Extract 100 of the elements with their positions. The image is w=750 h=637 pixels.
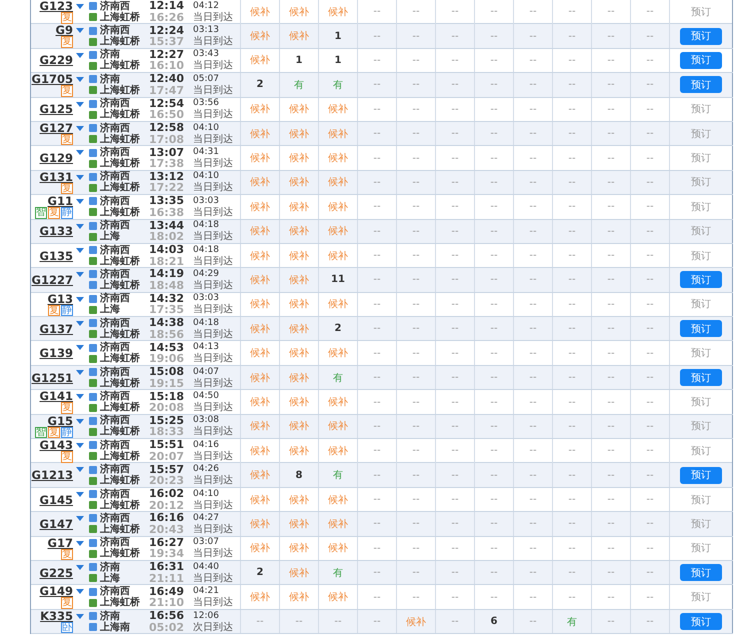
seat-availability: --: [490, 152, 498, 164]
seat-availability: --: [529, 445, 537, 456]
dropdown-caret-icon[interactable]: [76, 272, 84, 278]
arrival-time: 20:12: [149, 500, 184, 511]
train-number-link[interactable]: G11: [48, 195, 73, 208]
arrival-day: 当日到达: [193, 597, 233, 608]
seat-availability: 候补: [250, 590, 270, 604]
trip-duration: 03:43: [193, 49, 219, 60]
dropdown-caret-icon[interactable]: [76, 418, 84, 424]
dropdown-caret-icon[interactable]: [76, 467, 84, 472]
dropdown-caret-icon[interactable]: [76, 77, 84, 82]
seat-availability: 候补: [289, 590, 309, 604]
train-number-link[interactable]: G135: [40, 250, 73, 262]
book-button[interactable]: 预订: [680, 369, 722, 386]
departure-time: 14:38: [149, 317, 184, 329]
train-number-link[interactable]: G225: [40, 566, 73, 579]
seat-availability: --: [607, 274, 615, 286]
departure-time: 14:19: [149, 268, 184, 280]
dropdown-caret-icon[interactable]: [76, 516, 84, 522]
seat-availability: --: [529, 494, 537, 505]
seat-availability: --: [490, 30, 498, 42]
train-number-link[interactable]: G123: [40, 0, 73, 12]
book-button[interactable]: 预订: [680, 320, 722, 338]
seat-availability: --: [646, 176, 654, 188]
book-button[interactable]: 预订: [680, 76, 722, 94]
dropdown-caret-icon[interactable]: [76, 52, 84, 58]
seat-availability: --: [451, 201, 459, 212]
seat-availability: --: [451, 104, 459, 115]
dropdown-caret-icon[interactable]: [76, 370, 84, 375]
train-number-link[interactable]: K335: [40, 610, 73, 622]
seat-availability: 候补: [289, 494, 309, 506]
departure-time: 12:58: [149, 122, 184, 134]
dropdown-caret-icon[interactable]: [76, 345, 84, 350]
station-name: 济南西: [100, 512, 130, 524]
train-number-link[interactable]: G145: [40, 494, 73, 506]
train-number-link[interactable]: G13: [48, 292, 73, 305]
arrival-time: 20:23: [149, 475, 184, 487]
train-number-link[interactable]: G139: [40, 347, 73, 360]
train-number-link[interactable]: G127: [40, 122, 73, 134]
dropdown-caret-icon[interactable]: [76, 224, 84, 229]
dropdown-caret-icon[interactable]: [76, 443, 84, 448]
arrival-time: 19:15: [149, 378, 184, 390]
dropdown-caret-icon[interactable]: [76, 102, 84, 107]
train-number-link[interactable]: G131: [40, 170, 73, 183]
arrival-time: 17:22: [149, 182, 184, 194]
train-number-link[interactable]: G129: [40, 152, 73, 164]
train-number-link[interactable]: G125: [40, 103, 73, 116]
train-tag: 静: [61, 207, 73, 219]
dropdown-caret-icon[interactable]: [76, 199, 84, 204]
train-number-link[interactable]: G15: [48, 414, 73, 427]
seat-availability: --: [646, 226, 654, 237]
station-name: 上海虹桥: [100, 84, 140, 96]
dropdown-caret-icon[interactable]: [76, 126, 84, 131]
train-number-link[interactable]: G141: [40, 390, 73, 402]
dropdown-caret-icon[interactable]: [76, 174, 84, 180]
dropdown-caret-icon[interactable]: [76, 564, 84, 570]
train-number-link[interactable]: G17: [48, 536, 73, 549]
arrival-time: 16:50: [149, 109, 184, 121]
arrival-time: 17:35: [149, 304, 184, 316]
dropdown-caret-icon[interactable]: [76, 614, 84, 619]
arrival-day: 当日到达: [193, 158, 233, 170]
seat-availability: --: [646, 470, 654, 481]
seat-availability: --: [529, 470, 537, 481]
dropdown-caret-icon[interactable]: [76, 321, 84, 326]
train-number-link[interactable]: G1251: [32, 372, 73, 384]
seat-availability: --: [490, 567, 498, 578]
seat-availability: --: [568, 79, 576, 90]
dropdown-caret-icon[interactable]: [76, 4, 84, 9]
seat-availability: --: [412, 152, 420, 164]
train-number-link[interactable]: G149: [40, 585, 73, 598]
dropdown-caret-icon[interactable]: [76, 28, 84, 34]
train-number-link[interactable]: G9: [56, 24, 73, 36]
dropdown-caret-icon[interactable]: [76, 248, 84, 253]
seat-availability: 1: [334, 30, 342, 42]
station-name: 上海虹桥: [100, 134, 140, 145]
train-number-link[interactable]: G1213: [32, 469, 73, 482]
dropdown-caret-icon[interactable]: [76, 492, 84, 497]
dropdown-caret-icon[interactable]: [76, 150, 84, 156]
train-number-link[interactable]: G133: [40, 225, 73, 238]
seat-availability: 候补: [328, 298, 348, 312]
book-button[interactable]: 预订: [680, 613, 722, 630]
seat-availability: --: [646, 79, 654, 90]
trip-duration: 12:06: [193, 610, 219, 622]
train-number-link[interactable]: G1705: [32, 73, 73, 86]
train-number-link[interactable]: G137: [40, 322, 73, 335]
book-button[interactable]: 预订: [680, 564, 722, 582]
train-number-link[interactable]: G143: [40, 439, 73, 452]
train-number-link[interactable]: G229: [40, 54, 73, 66]
dropdown-caret-icon[interactable]: [76, 540, 84, 546]
book-button[interactable]: 预订: [680, 466, 722, 484]
book-button[interactable]: 预订: [680, 271, 722, 288]
dropdown-caret-icon[interactable]: [76, 394, 84, 400]
train-number-link[interactable]: G147: [40, 518, 73, 530]
book-button[interactable]: 预订: [680, 52, 722, 69]
seat-availability: 11: [331, 274, 345, 286]
train-number-link[interactable]: G1227: [32, 274, 73, 286]
seat-availability: --: [412, 30, 420, 42]
dropdown-caret-icon[interactable]: [76, 589, 84, 594]
book-button[interactable]: 预订: [680, 28, 722, 45]
dropdown-caret-icon[interactable]: [76, 296, 84, 302]
